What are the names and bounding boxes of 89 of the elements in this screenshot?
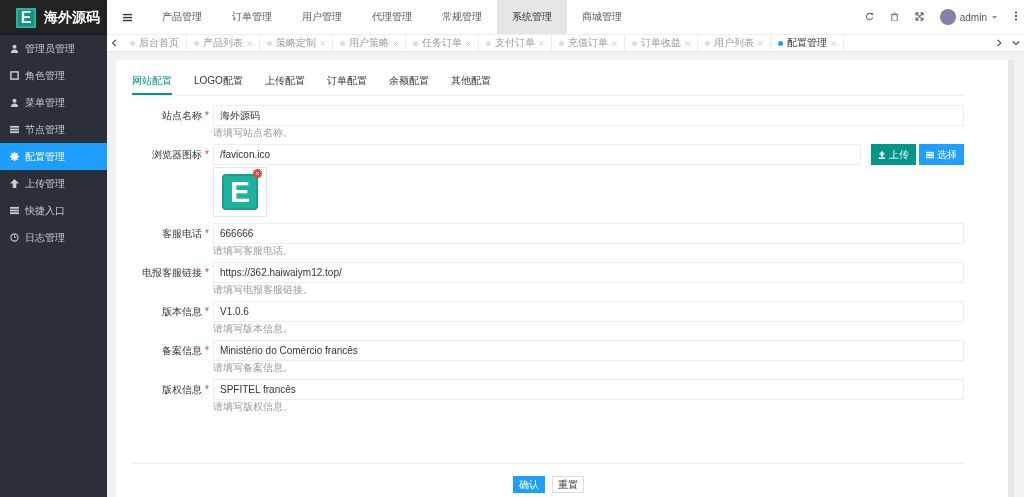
remove-icon[interactable] (253, 169, 262, 178)
status-dot (413, 40, 418, 46)
input-field[interactable]: 海外源码 (213, 105, 964, 126)
square-icon (10, 71, 19, 80)
status-dot (705, 40, 710, 46)
close-icon[interactable] (612, 38, 617, 48)
help-text: 请填写客服电话。 (213, 245, 294, 256)
config-tab[interactable]: 网站配置 (132, 74, 172, 95)
user-menu[interactable]: admin (939, 9, 998, 25)
fullscreen-icon[interactable] (914, 11, 924, 23)
nav-item[interactable]: 用户管理 (287, 0, 357, 34)
help-text: 请填写备案信息。 (213, 362, 294, 373)
logo-text: 海外源码 (44, 8, 100, 27)
field-label: 版本信息 (162, 306, 203, 317)
status-dot (778, 40, 783, 46)
close-icon[interactable] (247, 38, 252, 48)
upload-icon (878, 150, 886, 159)
field-label: 备案信息 (162, 345, 203, 356)
favicon-letter: E (222, 174, 258, 210)
list-icon (10, 125, 19, 134)
help-text: 请填写站点名称。 (213, 127, 294, 138)
required-mark: * (205, 228, 209, 239)
config-tab[interactable]: 其他配置 (450, 74, 491, 95)
close-icon[interactable] (758, 38, 763, 48)
reset-button[interactable]: 重置 (551, 476, 584, 493)
required-mark: * (205, 384, 209, 395)
close-icon[interactable] (393, 38, 398, 48)
status-dot (632, 40, 637, 46)
clock-icon (10, 233, 19, 242)
required-mark: * (205, 110, 209, 121)
input-field[interactable]: V1.0.6 (213, 301, 964, 322)
config-tab[interactable]: 订单配置 (326, 74, 367, 95)
sidebar-item[interactable]: 节点管理 (0, 116, 107, 143)
help-text: 请填写电报客服链接。 (213, 284, 314, 295)
refresh-icon[interactable] (864, 11, 874, 23)
required-mark: * (205, 267, 209, 278)
nav-item[interactable]: 系统管理 (497, 0, 567, 34)
field-label: 版权信息 (162, 384, 203, 395)
user-icon (10, 98, 19, 107)
upload-button[interactable]: 上传 (871, 144, 916, 165)
sidebar-item[interactable]: 快捷入口 (0, 197, 107, 224)
input-field[interactable]: https://362.haiwaiym12.top/ (213, 262, 964, 283)
close-icon[interactable] (539, 38, 544, 48)
gear-icon (10, 152, 19, 161)
sidebar-item[interactable]: 日志管理 (0, 224, 107, 251)
input-field[interactable]: /favicon.ico (213, 144, 861, 165)
sidebar-item[interactable]: 菜单管理 (0, 89, 107, 116)
nav-item[interactable]: 代理管理 (357, 0, 427, 34)
nav-item[interactable]: 常规管理 (427, 0, 497, 34)
config-tab[interactable]: 余额配置 (388, 74, 429, 95)
field-label: 客服电话 (162, 228, 203, 239)
nav-item[interactable]: 产品管理 (147, 0, 217, 34)
nav-item[interactable]: 商城管理 (567, 0, 637, 34)
required-mark: * (205, 149, 209, 160)
status-dot (486, 40, 491, 46)
help-text: 请填写版本信息。 (213, 323, 294, 334)
field-label: 站点名称 (162, 110, 203, 121)
status-dot (194, 40, 199, 46)
arrow-up-icon (10, 179, 19, 188)
page-tab[interactable]: 配置管理 (771, 35, 844, 51)
logo-letter: E (16, 7, 36, 28)
sidebar-item[interactable]: 角色管理 (0, 62, 107, 89)
avatar (939, 9, 956, 25)
trash-icon[interactable] (889, 11, 899, 23)
help-text: 请填写版权信息。 (213, 401, 294, 412)
user-icon (10, 44, 19, 53)
input-field[interactable]: 666666 (213, 223, 964, 244)
status-dot (267, 40, 272, 46)
sidebar-item[interactable]: 管理员管理 (0, 35, 107, 62)
required-mark: * (205, 306, 209, 317)
close-icon[interactable] (320, 38, 325, 48)
sidebar-item[interactable]: 上传管理 (0, 170, 107, 197)
close-icon[interactable] (466, 38, 471, 48)
close-icon[interactable] (685, 38, 690, 48)
field-label: 电报客服链接 (142, 267, 203, 278)
close-icon[interactable] (831, 38, 836, 48)
input-field[interactable]: Ministério do Comércio francês (213, 340, 964, 361)
input-field[interactable]: SPFITEL francês (213, 379, 964, 400)
more-icon[interactable] (1014, 11, 1018, 23)
status-dot (130, 40, 135, 46)
required-mark: * (205, 345, 209, 356)
field-label: 浏览器图标 (152, 149, 203, 160)
config-tab[interactable]: 上传配置 (264, 74, 305, 95)
list-icon (926, 150, 934, 159)
config-tab[interactable]: LOGO配置 (194, 74, 243, 95)
nav-item[interactable]: 订单管理 (217, 0, 287, 34)
status-dot (559, 40, 564, 46)
list-icon (10, 206, 19, 215)
status-dot (340, 40, 345, 46)
